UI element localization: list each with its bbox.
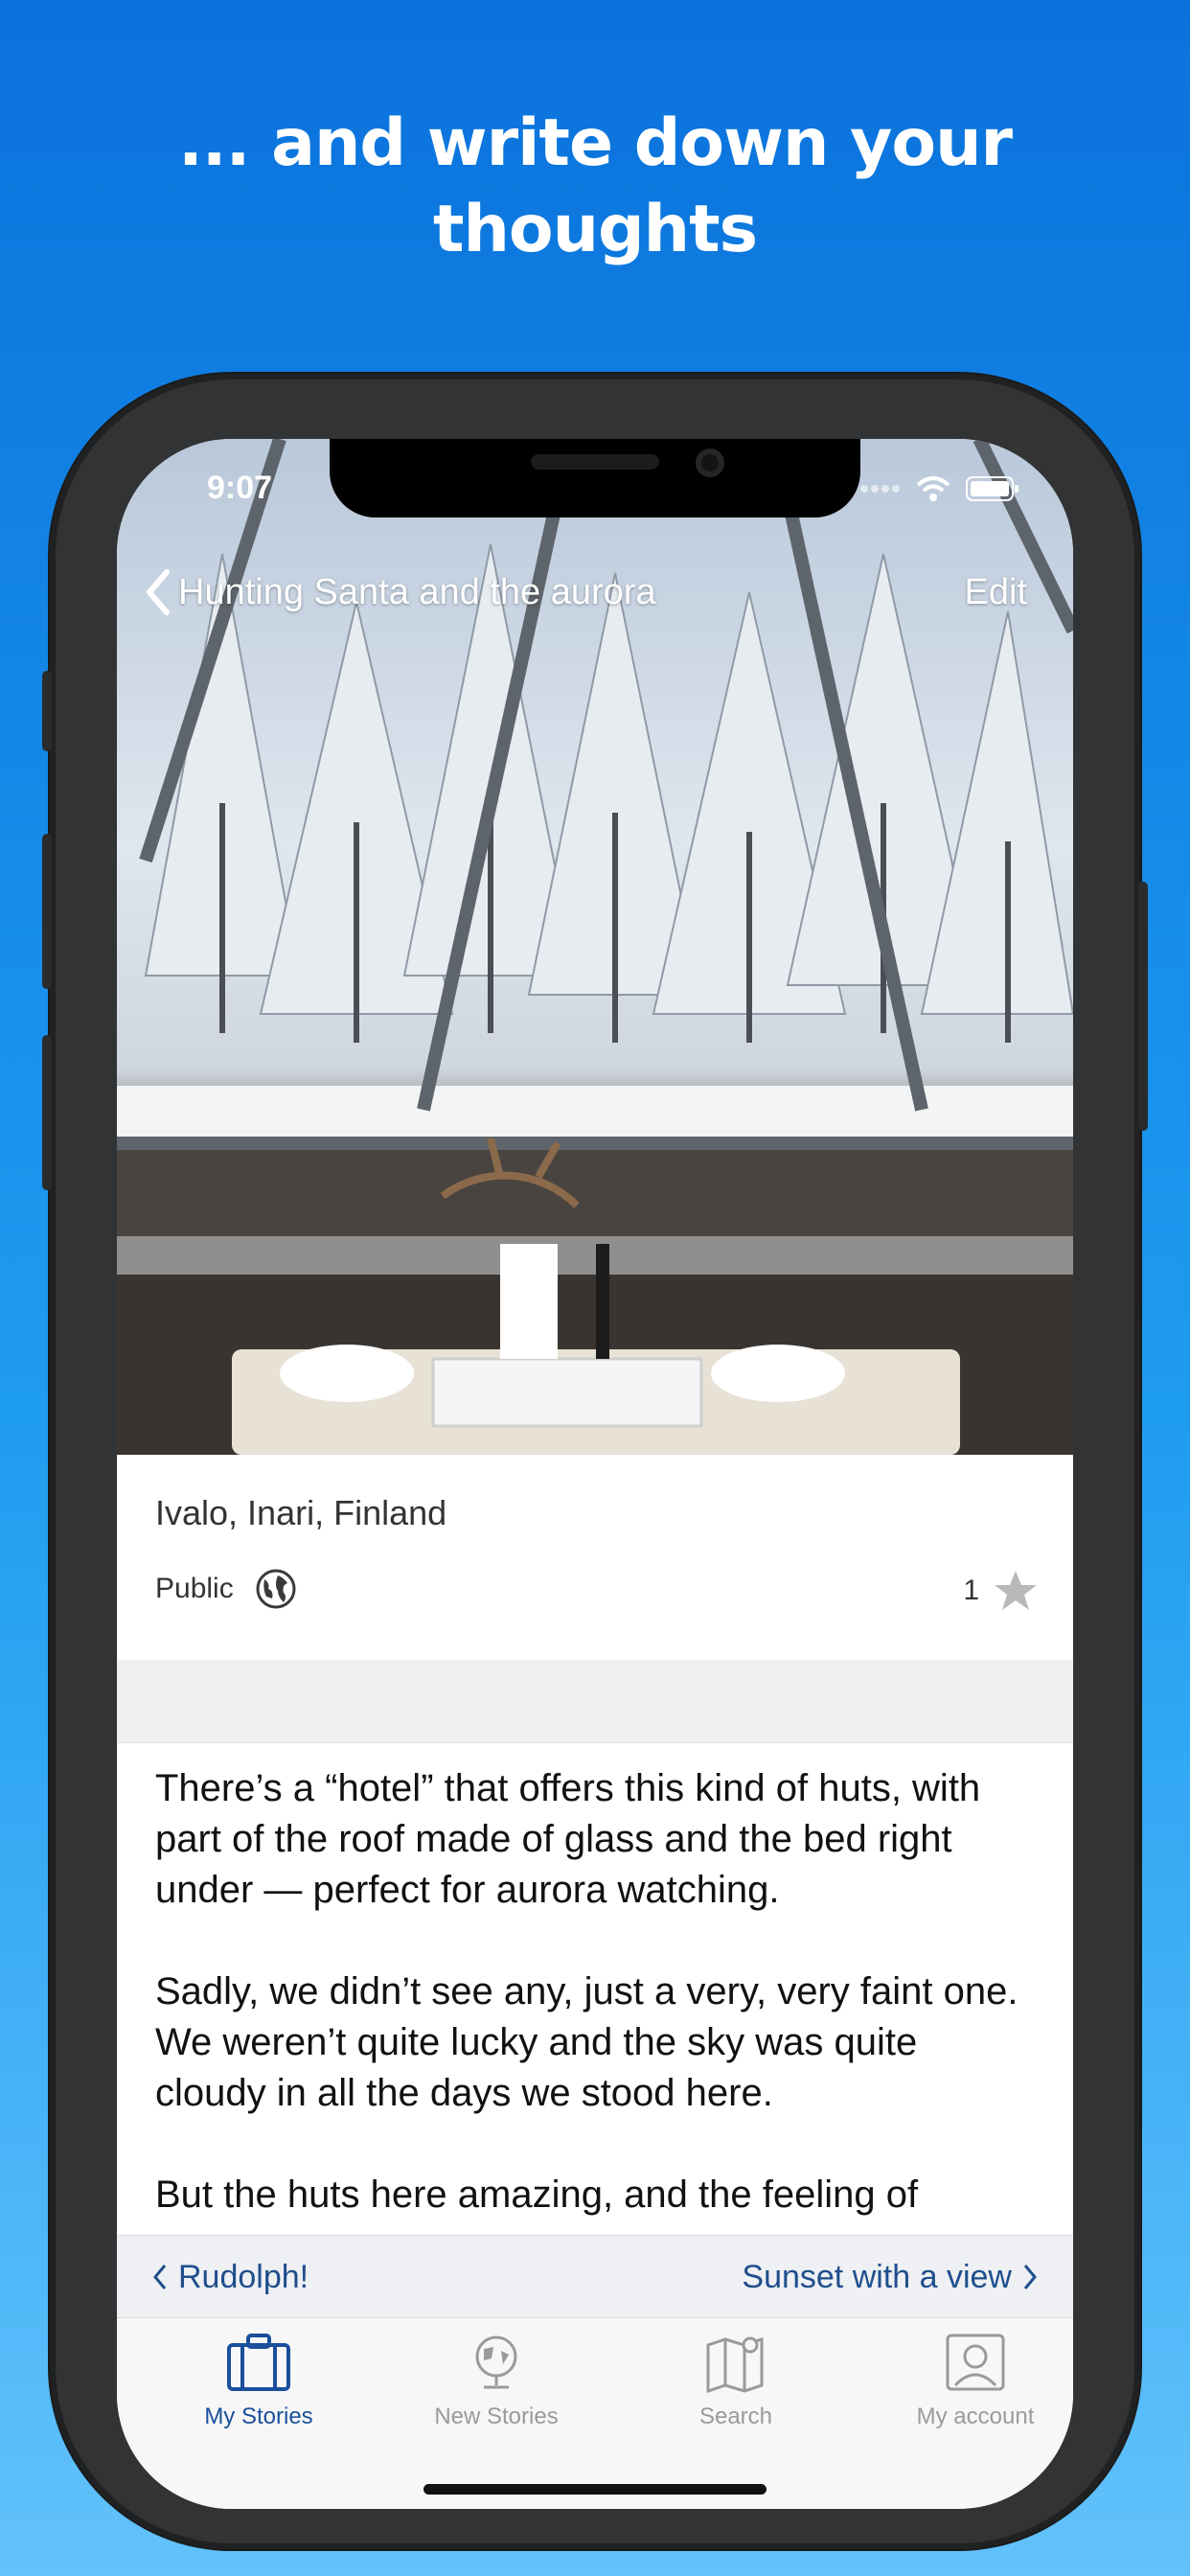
- wifi-icon: [916, 476, 950, 501]
- phone-screen: 9:07 Hunting Santa and the aurora Edit I…: [117, 439, 1073, 2509]
- phone-volume-down: [42, 1035, 52, 1190]
- phone-mute-switch: [42, 671, 52, 751]
- story-paragraph: Sadly, we didn’t see any, just a very, v…: [155, 1970, 1018, 2114]
- star-count: 1: [963, 1575, 979, 1606]
- signal-icon: [860, 485, 900, 493]
- visibility-label: Public: [155, 1573, 234, 1604]
- suitcase-icon: [227, 2334, 290, 2391]
- phone-volume-up: [42, 834, 52, 989]
- headline-line-1: ... and write down your: [177, 105, 1013, 181]
- user-icon: [946, 2334, 1005, 2391]
- tab-label: My Stories: [204, 2404, 313, 2429]
- tab-label: My account: [916, 2404, 1035, 2429]
- back-button-label: Hunting Santa and the aurora: [178, 571, 656, 612]
- story-pager: Rudolph! Sunset with a view: [117, 2235, 1073, 2318]
- story-body: There’s a “hotel” that offers this kind …: [155, 1763, 1037, 2271]
- star-icon: [995, 1571, 1037, 1610]
- navigation-bar: Hunting Santa and the aurora Edit: [117, 554, 1073, 631]
- story-paragraph: But the huts here amazing, and the feeli…: [155, 2174, 919, 2216]
- home-indicator[interactable]: [423, 2484, 767, 2495]
- tab-label: Search: [698, 2404, 773, 2429]
- battery-icon: [966, 476, 1018, 501]
- tab-label: New Stories: [434, 2404, 559, 2429]
- status-time: 9:07: [207, 470, 273, 506]
- previous-story-title: Rudolph!: [178, 2259, 309, 2295]
- globe-icon: [256, 1569, 296, 1609]
- star-rating[interactable]: 1: [963, 1568, 1039, 1614]
- story-info-card: Ivalo, Inari, Finland Public 1: [117, 1455, 1073, 1660]
- tab-new-stories[interactable]: New Stories: [400, 2332, 592, 2430]
- tab-my-account[interactable]: My account: [880, 2332, 1071, 2430]
- map-icon: [706, 2336, 764, 2394]
- chevron-right-icon: [1023, 2265, 1037, 2289]
- tab-my-stories[interactable]: My Stories: [163, 2332, 355, 2430]
- tab-search[interactable]: Search: [640, 2332, 832, 2430]
- next-story-link[interactable]: Sunset with a view: [742, 2236, 1039, 2318]
- section-divider: [117, 1660, 1073, 1743]
- tab-bar: My Stories New Stories Search My account: [117, 2317, 1073, 2509]
- previous-story-link[interactable]: Rudolph!: [151, 2236, 309, 2318]
- status-icons: [858, 475, 1019, 502]
- phone-power-button: [1138, 882, 1148, 1131]
- back-button[interactable]: Hunting Santa and the aurora: [144, 554, 656, 631]
- visibility-toggle[interactable]: Public: [155, 1568, 297, 1610]
- headline-line-2: thoughts: [432, 192, 758, 267]
- front-camera: [696, 448, 724, 477]
- promo-headline: ... and write down your thoughts: [0, 101, 1190, 273]
- story-location: Ivalo, Inari, Finland: [155, 1493, 447, 1532]
- edit-button[interactable]: Edit: [965, 554, 1027, 631]
- chevron-left-icon: [147, 569, 170, 615]
- speaker-grille: [531, 454, 659, 470]
- chevron-left-icon: [153, 2265, 167, 2289]
- next-story-title: Sunset with a view: [742, 2259, 1012, 2295]
- story-paragraph: There’s a “hotel” that offers this kind …: [155, 1767, 981, 1911]
- globe-icon: [475, 2335, 517, 2389]
- phone-notch: [330, 439, 860, 518]
